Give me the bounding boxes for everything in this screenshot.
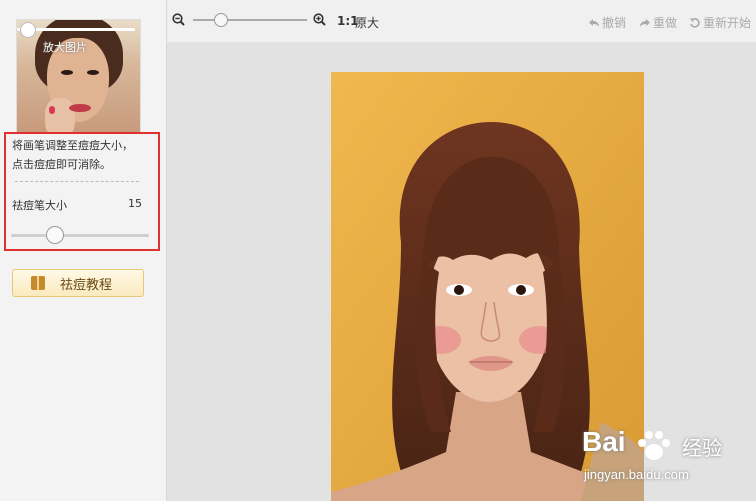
- brush-size-value: 15: [128, 197, 142, 210]
- thumbnail-label: 放大图片: [43, 41, 87, 54]
- brush-size-slider-knob[interactable]: [46, 226, 64, 244]
- redo-icon: [640, 18, 650, 27]
- toolbar: 1:1 原大 撤销 重做 重新开始: [167, 0, 756, 42]
- undo-icon: [589, 18, 599, 27]
- tutorial-button-label: 祛痘教程: [60, 277, 113, 293]
- sidebar: 放大图片 将画笔调整至痘痘大小， 点击痘痘即可消除。 祛痘笔大小 15 祛痘教程: [0, 0, 167, 501]
- paw-icon: [638, 431, 670, 460]
- zoom-slider-knob[interactable]: [214, 13, 228, 27]
- zoom-out-icon[interactable]: [172, 13, 185, 26]
- tutorial-button[interactable]: 祛痘教程: [12, 269, 144, 297]
- undo-label: 撤销: [602, 16, 627, 30]
- watermark: Bai 经验 jingyan.baidu.com: [582, 426, 752, 488]
- thumbnail-lips: [69, 104, 91, 112]
- restart-label: 重新开始: [703, 16, 752, 30]
- undo-button[interactable]: 撤销: [588, 14, 626, 31]
- watermark-logo: Bai: [582, 426, 626, 457]
- redo-button[interactable]: 重做: [639, 14, 677, 31]
- zoom-in-icon[interactable]: [313, 13, 326, 26]
- thumbnail-hand: [45, 98, 75, 133]
- thumbnail-eye: [61, 70, 73, 75]
- redo-label: 重做: [653, 16, 678, 30]
- watermark-brand-cn: 经验: [682, 436, 722, 460]
- instruction-line-2: 点击痘痘即可消除。: [12, 158, 111, 171]
- watermark-url: jingyan.baidu.com: [584, 467, 689, 482]
- instruction-text: 将画笔调整至痘痘大小， 点击痘痘即可消除。: [12, 136, 152, 174]
- original-size-button[interactable]: 原大: [355, 14, 379, 31]
- brush-size-label: 祛痘笔大小: [12, 199, 67, 212]
- brush-size-slider-track[interactable]: [11, 234, 149, 237]
- instruction-line-1: 将画笔调整至痘痘大小，: [12, 139, 133, 152]
- thumbnail-nail: [49, 106, 55, 114]
- restart-icon: [689, 17, 700, 28]
- thumbnail-preview[interactable]: 放大图片: [16, 19, 141, 134]
- thumbnail-eye: [87, 70, 99, 75]
- restart-button[interactable]: 重新开始: [689, 14, 751, 31]
- thumbnail-zoom-knob[interactable]: [20, 22, 36, 38]
- book-icon: [31, 276, 45, 290]
- dashed-divider: [15, 181, 139, 182]
- zoom-slider-track[interactable]: [193, 19, 307, 21]
